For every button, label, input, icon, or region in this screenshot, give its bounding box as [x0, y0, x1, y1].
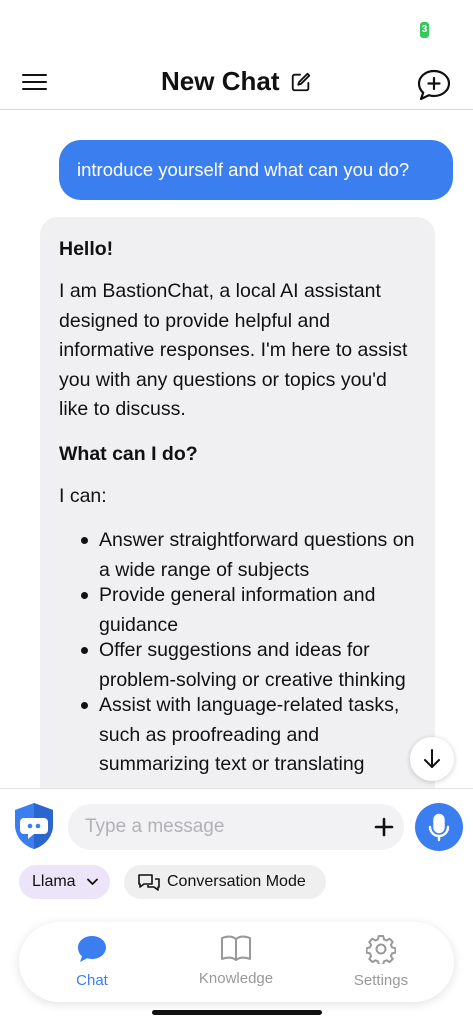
message-input[interactable] — [68, 804, 404, 850]
assistant-intro: I am BastionChat, a local AI assistant d… — [59, 280, 408, 420]
scroll-down-button[interactable] — [410, 737, 454, 781]
list-item: Offer suggestions and ideas for problem-… — [81, 636, 415, 695]
list-item: Provide general information and guidance — [81, 581, 415, 640]
bastion-shield-logo-icon — [15, 803, 53, 849]
nav-item-chat[interactable]: Chat — [52, 922, 132, 1002]
microphone-button[interactable] — [415, 803, 463, 851]
bottom-nav: Chat Knowledge Settings — [19, 922, 454, 1002]
page-title: New Chat — [161, 66, 280, 96]
title-wrap: New Chat — [0, 66, 473, 97]
gear-icon — [366, 935, 396, 964]
new-chat-icon[interactable] — [416, 68, 452, 102]
microphone-icon — [428, 813, 450, 842]
input-bar — [0, 788, 473, 864]
home-indicator — [152, 1010, 322, 1015]
conversation-icon — [138, 874, 160, 891]
conversation-mode-label: Conversation Mode — [167, 873, 306, 890]
chat-bubble-icon — [78, 936, 106, 962]
capabilities-list: Answer straightforward questions on a wi… — [59, 526, 415, 780]
nav-item-settings[interactable]: Settings — [341, 922, 421, 1002]
header: New Chat — [0, 58, 473, 110]
nav-label-knowledge: Knowledge — [198, 970, 274, 987]
arrow-down-icon — [424, 749, 440, 768]
battery-indicator: 3 — [420, 22, 429, 38]
book-icon — [221, 935, 251, 961]
assistant-lead: I can: — [59, 484, 107, 507]
user-message-bubble: introduce yourself and what can you do? — [59, 140, 453, 200]
model-selector-chip[interactable]: Llama — [19, 865, 110, 899]
status-bar: 3 — [0, 0, 473, 58]
assistant-greeting: Hello! — [59, 238, 114, 260]
chevron-down-icon — [87, 878, 98, 885]
list-item: Assist with language-related tasks, such… — [81, 691, 415, 780]
chat-area[interactable]: introduce yourself and what can you do? … — [0, 111, 473, 788]
conversation-mode-chip[interactable]: Conversation Mode — [124, 865, 326, 899]
edit-icon[interactable] — [290, 71, 312, 93]
list-item: Answer straightforward questions on a wi… — [81, 526, 415, 585]
nav-label-settings: Settings — [353, 972, 409, 989]
assistant-section-heading: What can I do? — [59, 442, 198, 465]
plus-icon[interactable] — [372, 815, 396, 839]
nav-label-chat: Chat — [76, 972, 108, 989]
nav-item-knowledge[interactable]: Knowledge — [196, 922, 276, 1002]
assistant-message-bubble: Hello! I am BastionChat, a local AI assi… — [40, 217, 435, 788]
model-selector-label: Llama — [32, 873, 76, 890]
